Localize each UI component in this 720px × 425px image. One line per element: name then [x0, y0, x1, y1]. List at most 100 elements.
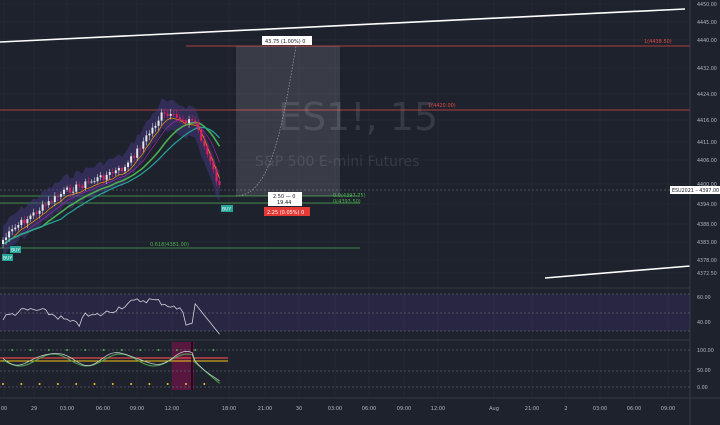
candle-body: [212, 161, 215, 170]
candle-body: [120, 167, 123, 172]
candle-body: [148, 133, 151, 136]
candle-body: [181, 119, 184, 121]
time-tick-label: 12:00: [165, 406, 179, 412]
candle-body: [87, 181, 90, 183]
time-tick-label: 30: [296, 406, 302, 412]
fib-label-0618: 0.618(4381.00): [150, 242, 189, 248]
candle-body: [157, 120, 160, 126]
level-label-4420: 1(4420.00): [428, 103, 456, 109]
time-tick-label: 09:00: [661, 406, 675, 412]
candle-body: [47, 201, 50, 206]
time-tick-label: 12:00: [431, 406, 445, 412]
candle-body: [96, 177, 99, 182]
trading-chart[interactable]: ES1!, 15 S&P 500 E-mini Futures 1(4438.5…: [0, 0, 720, 425]
time-tick-label: Aug: [489, 406, 499, 412]
candle-body: [63, 189, 65, 195]
price-tick-label: 4411.00: [697, 140, 717, 146]
price-tick-label: 4440.00: [697, 38, 717, 44]
candle-body: [32, 212, 35, 216]
time-tick-label: 03:00: [593, 406, 607, 412]
candle-body: [185, 120, 187, 123]
candle-body: [20, 219, 23, 226]
candle-body: [188, 119, 191, 123]
candle-body: [56, 196, 59, 198]
osc2-tick-label: 100.00: [697, 348, 714, 354]
candle-body: [50, 201, 53, 203]
candle-body: [114, 170, 117, 174]
candle-body: [53, 196, 56, 203]
candle-body: [59, 194, 62, 197]
candle-body: [151, 127, 154, 134]
price-tick-label: 4378.00: [697, 258, 717, 264]
candle-body: [78, 184, 81, 186]
candle-body: [160, 112, 163, 121]
candle-body: [38, 210, 41, 214]
candle-body: [84, 181, 87, 188]
candle-body: [5, 237, 8, 240]
candle-body: [72, 191, 75, 193]
candle-body: [191, 119, 194, 121]
candle-body: [111, 172, 114, 174]
price-tick-label: 4450.00: [697, 2, 717, 8]
candle-body: [197, 121, 200, 130]
price-tick-label: 4394.00: [697, 202, 717, 208]
candle-body: [133, 156, 136, 158]
buy-marker-2-label: BUY: [11, 248, 20, 254]
buy-marker-3-label: BUY: [222, 207, 231, 213]
time-tick-label: 06:00: [627, 406, 641, 412]
entry-label-2: 19.44: [277, 200, 291, 206]
price-tick-label: 4388.00: [697, 222, 717, 228]
time-tick-label: 2: [564, 406, 567, 412]
time-tick-label: 09:00: [130, 406, 144, 412]
candle-body: [14, 227, 17, 230]
price-tick-label: 4416.00: [697, 118, 717, 124]
candle-body: [41, 204, 44, 211]
highlight-zone: [172, 342, 194, 390]
candle-body: [102, 175, 105, 180]
candle-body: [178, 117, 181, 120]
level-label-4440: 1(4438.50): [644, 39, 672, 45]
candle-body: [23, 219, 26, 224]
candle-body: [136, 148, 139, 158]
candle-body: [218, 181, 221, 186]
candle-body: [81, 185, 84, 188]
candle-body: [163, 112, 166, 114]
osc2-tick-label: 0.00: [697, 385, 708, 391]
candle-body: [209, 154, 212, 162]
candle-body: [117, 167, 120, 171]
candle-body: [203, 140, 206, 147]
time-tick-label: 18:00: [222, 406, 236, 412]
time-tick-label: 06:00: [96, 406, 110, 412]
time-tick-label: 03:00: [60, 406, 74, 412]
time-tick-label: 21:00: [525, 406, 539, 412]
candle-body: [90, 181, 93, 183]
candle-body: [172, 113, 175, 115]
candle-body: [154, 125, 157, 128]
candle-body: [169, 113, 172, 116]
osc1-tick-label: 40.00: [697, 320, 711, 326]
candle-body: [139, 148, 142, 150]
candle-body: [11, 229, 14, 232]
price-tick-label: 4406.00: [697, 158, 717, 164]
candle-body: [130, 156, 133, 163]
measure-label: 43.75 (1.00%) 0: [265, 39, 305, 45]
candle-body: [127, 162, 130, 167]
candle-body: [200, 129, 203, 141]
buy-marker-1-label: BUY: [3, 256, 12, 262]
candle-body: [124, 166, 126, 172]
candle-body: [142, 141, 145, 149]
price-tick-label: 4445.00: [697, 20, 717, 26]
candle-body: [8, 231, 11, 238]
candle-body: [215, 169, 218, 182]
candle-body: [29, 215, 32, 220]
price-tick-label: 4383.00: [697, 240, 717, 246]
measure-profit-zone[interactable]: [236, 46, 340, 196]
time-tick-label: 09:00: [397, 406, 411, 412]
rsi-band: [0, 294, 690, 331]
osc2-tick-label: 50.00: [697, 368, 711, 374]
candle-body: [105, 174, 108, 180]
candle-body: [44, 204, 47, 206]
candle-body: [145, 135, 148, 142]
candle-body: [26, 219, 29, 224]
price-tick-label: 4424.00: [697, 92, 717, 98]
